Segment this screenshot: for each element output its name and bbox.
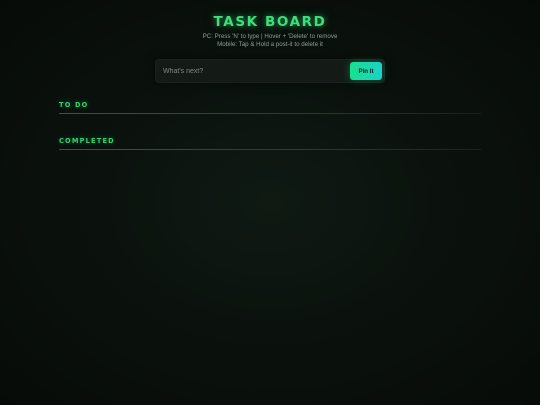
help-text: PC: Press 'N' to type | Hover + 'Delete'… xyxy=(0,33,540,49)
todo-divider xyxy=(59,113,481,114)
task-input[interactable] xyxy=(155,59,343,83)
completed-divider xyxy=(59,149,481,150)
todo-section: TO DO xyxy=(59,101,481,114)
todo-section-title: TO DO xyxy=(59,101,89,109)
completed-section-title: COMPLETED xyxy=(59,137,115,145)
help-line-mobile: Mobile: Tap & Hold a post-it to delete i… xyxy=(217,41,323,48)
task-composer: Pin It xyxy=(155,59,385,83)
task-board-page: TASK BOARD PC: Press 'N' to type | Hover… xyxy=(0,0,540,405)
help-line-pc: PC: Press 'N' to type | Hover + 'Delete'… xyxy=(202,33,338,40)
pin-it-button[interactable]: Pin It xyxy=(350,62,382,80)
page-title: TASK BOARD xyxy=(213,14,327,30)
completed-section: COMPLETED xyxy=(59,137,481,150)
